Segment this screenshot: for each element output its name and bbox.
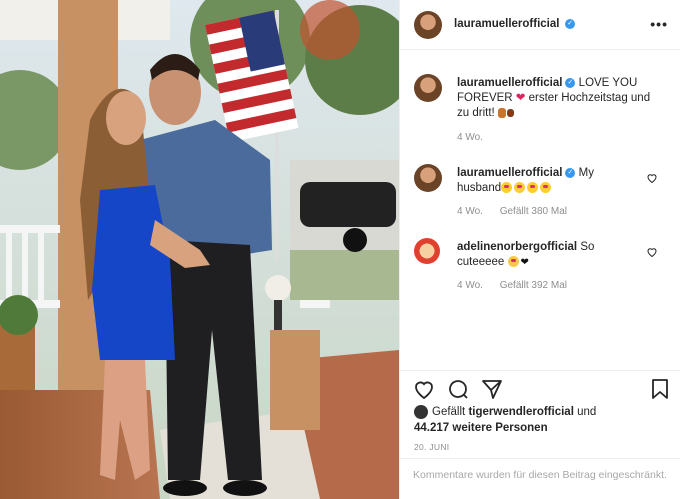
heart-eyes-emoji	[501, 182, 513, 194]
more-icon[interactable]: •••	[650, 16, 668, 32]
heart-eyes-emoji	[514, 182, 526, 194]
avatar[interactable]	[414, 74, 442, 102]
avatar[interactable]	[414, 404, 428, 419]
post-date[interactable]: 20. JUNI	[414, 442, 449, 452]
comment-text: lauramuellerofficial ✓ My husband	[457, 166, 637, 196]
post-photo[interactable]	[0, 0, 399, 499]
post-panel: lauramuellerofficial ✓ ••• lauramuellero…	[399, 0, 680, 499]
verified-icon: ✓	[565, 77, 576, 88]
caption: lauramuellerofficial ✓ LOVE YOU FOREVER ❤…	[400, 66, 680, 146]
comment-username[interactable]: lauramuellerofficial	[457, 77, 562, 89]
comment-meta: 4 Wo. Gefällt 380 Mal	[457, 206, 581, 217]
comment-likes[interactable]: Gefällt 392 Mal	[500, 280, 567, 291]
comment-likes[interactable]: Gefällt 380 Mal	[500, 206, 567, 217]
black-heart-emoji: ❤	[520, 257, 529, 268]
comment-text: adelinenorbergofficial So cuteeeee ❤	[457, 240, 637, 270]
comment-icon[interactable]	[446, 377, 470, 401]
like-comment-icon[interactable]	[646, 246, 658, 258]
avatar[interactable]	[414, 164, 442, 192]
bookmark-icon[interactable]	[648, 377, 672, 401]
caption-text: lauramuellerofficial ✓ LOVE YOU FOREVER ❤…	[457, 76, 657, 121]
heart-icon[interactable]	[412, 377, 436, 401]
likes-mid: und	[577, 406, 597, 418]
post-image	[0, 0, 399, 499]
crying-emoji	[507, 256, 519, 268]
avatar[interactable]	[414, 11, 442, 39]
action-bar	[400, 370, 680, 400]
heart-emoji: ❤	[515, 92, 526, 104]
liked-by-user[interactable]: tigerwendlerofficial	[468, 406, 573, 418]
heart-eyes-emoji	[540, 182, 552, 194]
comment-time[interactable]: 4 Wo.	[457, 132, 483, 143]
comment-time[interactable]: 4 Wo.	[457, 206, 483, 217]
share-icon[interactable]	[480, 377, 504, 401]
comment-meta: 4 Wo. Gefällt 392 Mal	[457, 280, 581, 291]
comment-item: lauramuellerofficial ✓ My husband 4 Wo. G…	[400, 160, 680, 230]
verified-icon: ✓	[565, 19, 575, 29]
author-username[interactable]: lauramuellerofficial	[454, 18, 559, 30]
comments-restricted-notice: Kommentare wurden für diesen Beitrag ein…	[400, 458, 680, 499]
comment-username[interactable]: lauramuellerofficial	[457, 167, 562, 179]
heart-eyes-emoji	[527, 182, 539, 194]
likes-prefix: Gefällt	[432, 406, 466, 418]
likes-summary: Gefällt tigerwendlerofficial und 44.217 …	[414, 404, 674, 436]
baby-bottle-emoji	[506, 108, 514, 117]
comment-item: adelinenorbergofficial So cuteeeee ❤ 4 W…	[400, 234, 680, 304]
comment-meta: 4 Wo.	[457, 132, 497, 143]
like-comment-icon[interactable]	[646, 172, 658, 184]
baby-bottle-emoji	[497, 107, 506, 118]
comment-username[interactable]: adelinenorbergofficial	[457, 241, 577, 253]
comment-time[interactable]: 4 Wo.	[457, 280, 483, 291]
verified-icon: ✓	[565, 167, 576, 178]
likes-count[interactable]: 44.217 weitere Personen	[414, 422, 548, 434]
avatar[interactable]	[414, 238, 440, 264]
post-header: lauramuellerofficial ✓ •••	[400, 0, 680, 50]
